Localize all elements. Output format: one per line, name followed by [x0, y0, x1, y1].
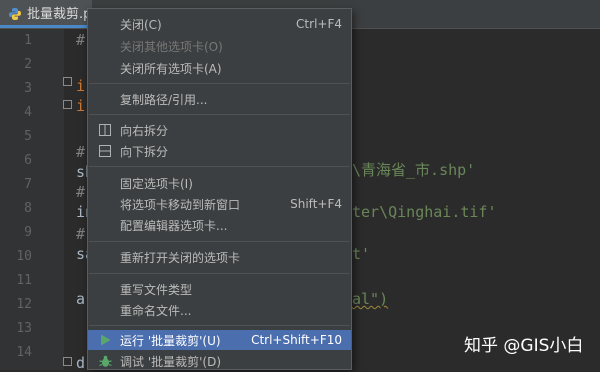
line-number: 7	[24, 177, 32, 192]
line-number: 6	[24, 153, 32, 168]
menu-item-copy-path[interactable]: 复制路径/引用...	[88, 89, 351, 109]
line-number: 9	[24, 225, 32, 240]
line-number: 3	[24, 81, 32, 96]
line-number: 2	[24, 57, 32, 72]
menu-separator	[89, 114, 350, 115]
watermark: 知乎 @GIS小白	[464, 336, 584, 356]
menu-item-pin-tab[interactable]: 固定选项卡(I)	[88, 173, 351, 193]
tab-label: 批量裁剪.p	[27, 7, 92, 22]
menu-separator	[89, 273, 350, 274]
fold-marker-icon[interactable]	[63, 100, 72, 109]
menu-separator	[89, 241, 350, 242]
menu-item-close-others[interactable]: 关闭其他选项卡(O)	[88, 36, 351, 56]
debug-bug-icon	[98, 354, 112, 368]
fold-marker-icon[interactable]	[63, 357, 72, 366]
line-number: 8	[24, 201, 32, 216]
run-icon	[98, 333, 112, 347]
menu-item-close-all[interactable]: 关闭所有选项卡(A)	[88, 58, 351, 78]
code-line: #	[76, 225, 86, 243]
line-number: 13	[16, 321, 32, 336]
menu-separator	[89, 83, 350, 84]
menu-item-override-type[interactable]: 重写文件类型	[88, 279, 351, 299]
split-vertical-icon	[98, 123, 112, 137]
menu-item-reopen-closed[interactable]: 重新打开关闭的选项卡	[88, 247, 351, 267]
menu-item-split-down[interactable]: 向下拆分	[88, 141, 351, 161]
line-number: 1	[24, 33, 32, 48]
line-number: 14	[16, 345, 32, 360]
code-string: ter\Qinghai.tif'	[352, 203, 497, 221]
code-line: d	[76, 354, 86, 372]
code-string: \青海省_市.shp'	[352, 161, 476, 179]
menu-item-split-right[interactable]: 向右拆分	[88, 120, 351, 140]
code-line: #	[76, 31, 86, 49]
menu-separator	[89, 166, 350, 167]
editor-tab[interactable]: 批量裁剪.p	[0, 0, 92, 28]
line-number: 11	[16, 273, 32, 288]
tab-context-menu: 关闭(C) Ctrl+F4 关闭其他选项卡(O) 关闭所有选项卡(A) 复制路径…	[87, 8, 352, 370]
code-line: i	[76, 97, 86, 115]
code-string: al")	[352, 290, 389, 308]
fold-marker-icon[interactable]	[63, 77, 72, 86]
menu-separator	[89, 325, 350, 326]
code-line: i	[76, 77, 86, 95]
code-line: #	[76, 143, 86, 161]
line-number: 10	[16, 249, 32, 264]
menu-item-move-to-new-window[interactable]: 将选项卡移动到新窗口 Shift+F4	[88, 194, 351, 214]
menu-item-debug[interactable]: 调试 '批量裁剪'(D)	[88, 351, 351, 371]
code-string: t'	[352, 245, 371, 263]
line-number: 12	[16, 297, 32, 312]
code-line: #	[76, 183, 86, 201]
menu-item-close[interactable]: 关闭(C) Ctrl+F4	[88, 14, 351, 34]
line-number: 4	[24, 105, 32, 120]
python-file-icon	[8, 6, 22, 20]
menu-item-rename-file[interactable]: 重命名文件...	[88, 300, 351, 320]
menu-item-run[interactable]: 运行 '批量裁剪'(U) Ctrl+Shift+F10	[88, 330, 351, 350]
line-number: 5	[24, 129, 32, 144]
split-horizontal-icon	[98, 144, 112, 158]
menu-item-configure-tabs[interactable]: 配置编辑器选项卡...	[88, 215, 351, 235]
code-line: a	[76, 290, 86, 308]
